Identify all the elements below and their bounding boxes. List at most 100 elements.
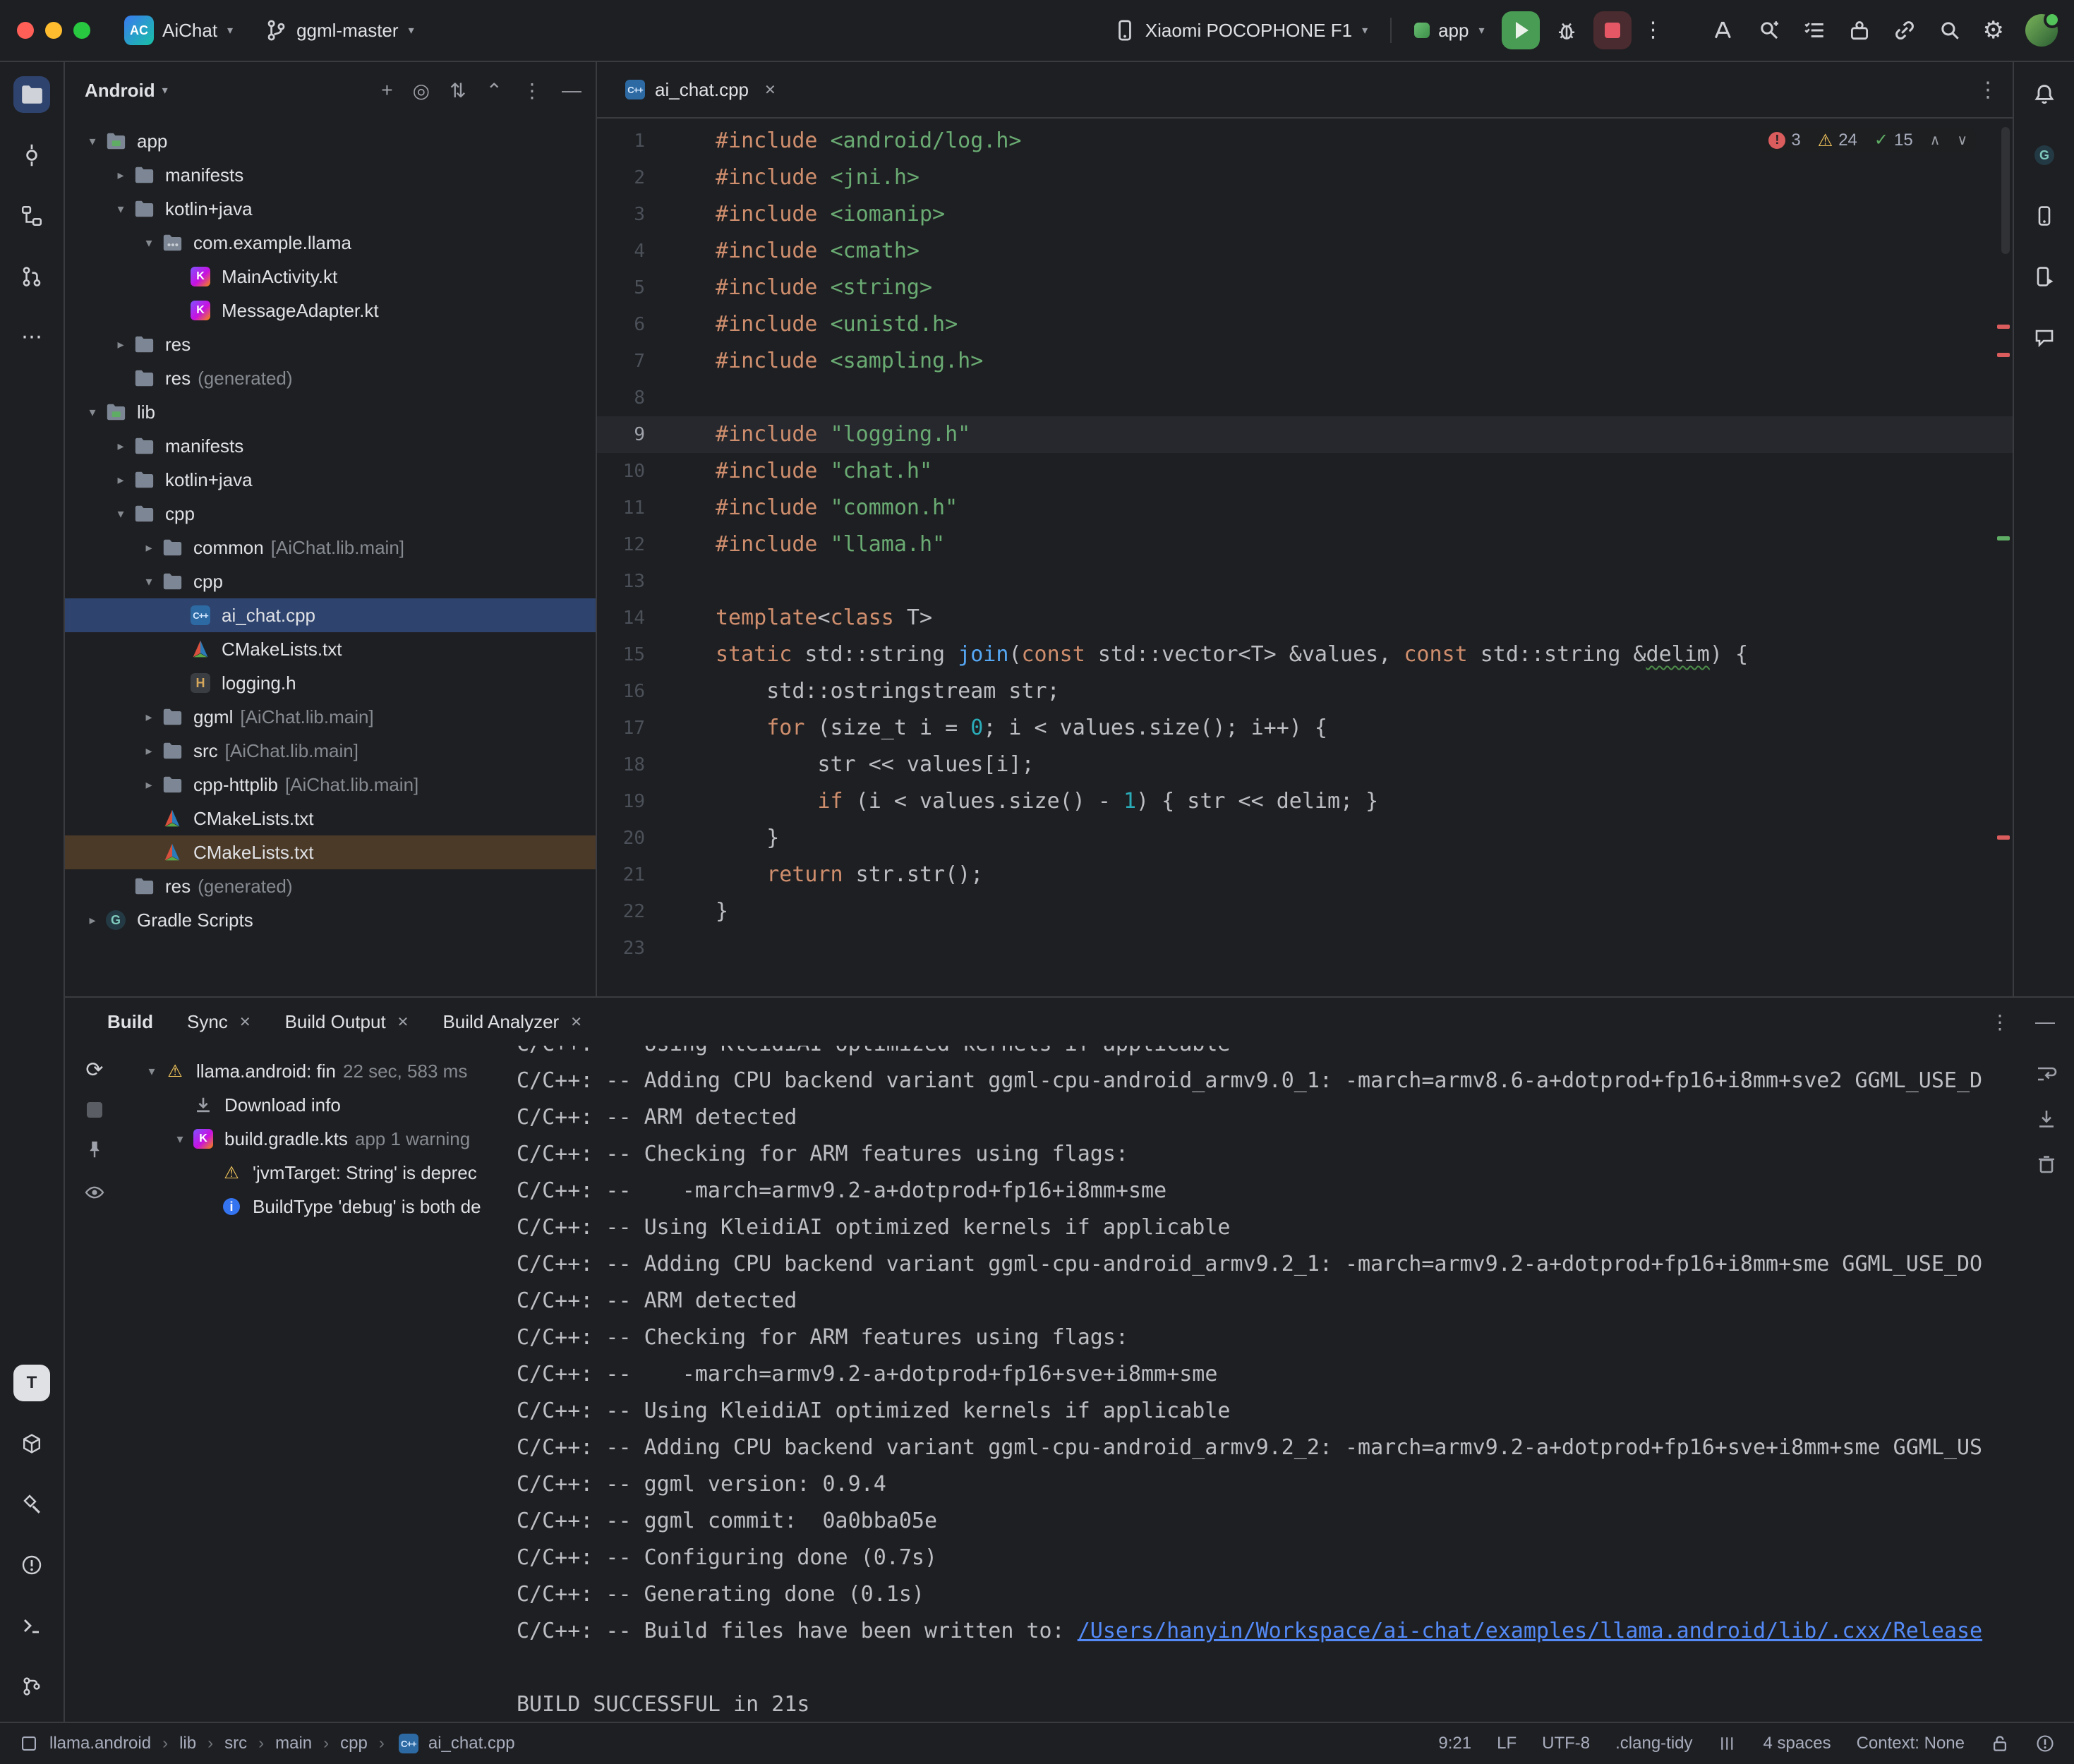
- device-selector[interactable]: Xiaomi POCOPHONE F1 ▾: [1104, 14, 1376, 47]
- soft-wrap-button[interactable]: [2035, 1063, 2058, 1085]
- stop-build-button[interactable]: [87, 1102, 102, 1118]
- build-tab-build-analyzer[interactable]: Build Analyzer✕: [442, 1011, 582, 1033]
- notifications-tool-button[interactable]: [2026, 76, 2063, 113]
- line-number[interactable]: 8: [597, 380, 665, 416]
- tree-item[interactable]: ▸manifests: [65, 158, 596, 192]
- line-number[interactable]: 4: [597, 233, 665, 270]
- tree-item[interactable]: ▸common[AiChat.lib.main]: [65, 531, 596, 564]
- run-button[interactable]: [1502, 11, 1540, 49]
- hide-build-panel-button[interactable]: —: [2035, 1010, 2055, 1034]
- code-line[interactable]: 16 std::ostringstream str;: [597, 673, 2013, 710]
- tree-item[interactable]: CMakeLists.txt: [65, 835, 596, 869]
- scroll-to-end-button[interactable]: [2035, 1108, 2058, 1130]
- breadcrumb-item[interactable]: cpp: [340, 1734, 368, 1753]
- line-number[interactable]: 1: [597, 123, 665, 159]
- close-window-button[interactable]: [17, 22, 34, 39]
- close-icon[interactable]: ✕: [239, 1013, 251, 1031]
- passed-badge[interactable]: ✓15: [1874, 130, 1913, 150]
- structure-tool-button[interactable]: [13, 198, 50, 234]
- code-line[interactable]: 18 str << values[i];: [597, 747, 2013, 783]
- code-line[interactable]: 17 for (size_t i = 0; i < values.size();…: [597, 710, 2013, 747]
- vcs-branch-widget[interactable]: ggml-master ▾: [255, 14, 423, 47]
- inspection-widget[interactable]: !3 ⚠24 ✓15 ∧ ∨: [1760, 127, 1976, 153]
- chevron-right-icon[interactable]: ▸: [138, 710, 159, 725]
- tree-item[interactable]: ▾lib: [65, 395, 596, 429]
- file-encoding[interactable]: UTF-8: [1542, 1734, 1590, 1753]
- build-tab-sync[interactable]: Sync✕: [187, 1011, 251, 1033]
- code-line[interactable]: 6#include <unistd.h>: [597, 306, 2013, 343]
- editor-tab[interactable]: C++ ai_chat.cpp ✕: [611, 62, 790, 117]
- breadcrumb-item[interactable]: main: [275, 1734, 312, 1753]
- tree-item[interactable]: res(generated): [65, 361, 596, 395]
- code-line[interactable]: 21 return str.str();: [597, 857, 2013, 893]
- translate-icon[interactable]: [1712, 18, 1736, 42]
- chevron-down-icon[interactable]: ▾: [138, 236, 159, 250]
- code-line[interactable]: 11#include "common.h": [597, 490, 2013, 526]
- chevron-down-icon[interactable]: ▾: [169, 1132, 191, 1147]
- clang-tidy-widget[interactable]: .clang-tidy: [1615, 1734, 1692, 1753]
- commit-tool-button[interactable]: [13, 137, 50, 174]
- todo-tool-button[interactable]: T: [13, 1365, 50, 1401]
- line-number[interactable]: 18: [597, 747, 665, 783]
- close-icon[interactable]: ✕: [570, 1013, 582, 1031]
- warnings-badge[interactable]: ⚠24: [1818, 131, 1857, 150]
- minimize-window-button[interactable]: [45, 22, 62, 39]
- debug-button[interactable]: [1548, 12, 1585, 49]
- tree-item[interactable]: ▾cpp: [65, 564, 596, 598]
- running-devices-tool-button[interactable]: [2026, 258, 2063, 295]
- add-button[interactable]: +: [381, 79, 392, 102]
- error-stripe-mark[interactable]: [1997, 325, 2010, 329]
- tree-item[interactable]: ▾app: [65, 124, 596, 158]
- clear-console-button[interactable]: [2035, 1153, 2058, 1176]
- line-number[interactable]: 12: [597, 526, 665, 563]
- code-line[interactable]: 23: [597, 930, 2013, 967]
- tree-item[interactable]: CMakeLists.txt: [65, 802, 596, 835]
- chevron-down-icon[interactable]: ▾: [138, 574, 159, 589]
- tree-item[interactable]: ▸cpp-httplib[AiChat.lib.main]: [65, 768, 596, 802]
- assistant-tool-button[interactable]: [2026, 319, 2063, 356]
- code-line[interactable]: 12#include "llama.h": [597, 526, 2013, 563]
- gradle-tool-button[interactable]: G: [2026, 137, 2063, 174]
- errors-badge[interactable]: !3: [1768, 131, 1800, 150]
- project-widget[interactable]: AC AiChat ▾: [116, 11, 241, 49]
- line-number[interactable]: 2: [597, 159, 665, 196]
- breadcrumb-item[interactable]: src: [224, 1734, 247, 1753]
- line-number[interactable]: 15: [597, 636, 665, 673]
- chevron-down-icon[interactable]: ▾: [110, 507, 131, 521]
- line-number[interactable]: 14: [597, 600, 665, 636]
- line-number[interactable]: 9: [597, 416, 665, 453]
- plugins-icon[interactable]: [1847, 18, 1871, 42]
- tree-item[interactable]: ▾com.example.llama: [65, 226, 596, 260]
- tree-item[interactable]: ⚠'jvmTarget: String' is deprec: [124, 1156, 494, 1190]
- tree-item[interactable]: Download info: [124, 1088, 494, 1122]
- tree-item[interactable]: ▸src[AiChat.lib.main]: [65, 734, 596, 768]
- code-line[interactable]: 3#include <iomanip>: [597, 196, 2013, 233]
- chevron-down-icon[interactable]: ▾: [110, 202, 131, 217]
- breadcrumb-item[interactable]: lib: [179, 1734, 196, 1753]
- build-options-button[interactable]: ⋮: [1990, 1010, 2010, 1034]
- code-line[interactable]: 20 }: [597, 820, 2013, 857]
- tree-item[interactable]: res(generated): [65, 869, 596, 903]
- locate-file-button[interactable]: ◎: [413, 79, 430, 102]
- tree-item[interactable]: CMakeLists.txt: [65, 632, 596, 666]
- project-tool-button[interactable]: [13, 76, 50, 113]
- search-icon[interactable]: [1938, 18, 1962, 42]
- error-stripe-mark[interactable]: [1997, 353, 2010, 357]
- checklist-icon[interactable]: [1802, 18, 1826, 42]
- indent-widget[interactable]: 4 spaces: [1763, 1734, 1831, 1753]
- problems-tool-button[interactable]: [13, 1547, 50, 1583]
- chevron-right-icon[interactable]: ▸: [110, 337, 131, 352]
- user-avatar[interactable]: [2025, 14, 2058, 47]
- tree-item[interactable]: ▸kotlin+java: [65, 463, 596, 497]
- rerun-build-button[interactable]: ⟳: [85, 1060, 103, 1081]
- dependencies-tool-button[interactable]: [13, 1425, 50, 1462]
- code-line[interactable]: 14template<class T>: [597, 600, 2013, 636]
- caret-position[interactable]: 9:21: [1438, 1734, 1471, 1753]
- prev-problem-button[interactable]: ∧: [1930, 131, 1941, 149]
- next-problem-button[interactable]: ∨: [1957, 131, 1967, 149]
- pin-button[interactable]: [84, 1139, 105, 1160]
- tree-item[interactable]: Hlogging.h: [65, 666, 596, 700]
- line-number[interactable]: 13: [597, 563, 665, 600]
- code-editor[interactable]: 1#include <android/log.h>2#include <jni.…: [597, 119, 2013, 996]
- device-manager-tool-button[interactable]: [2026, 198, 2063, 234]
